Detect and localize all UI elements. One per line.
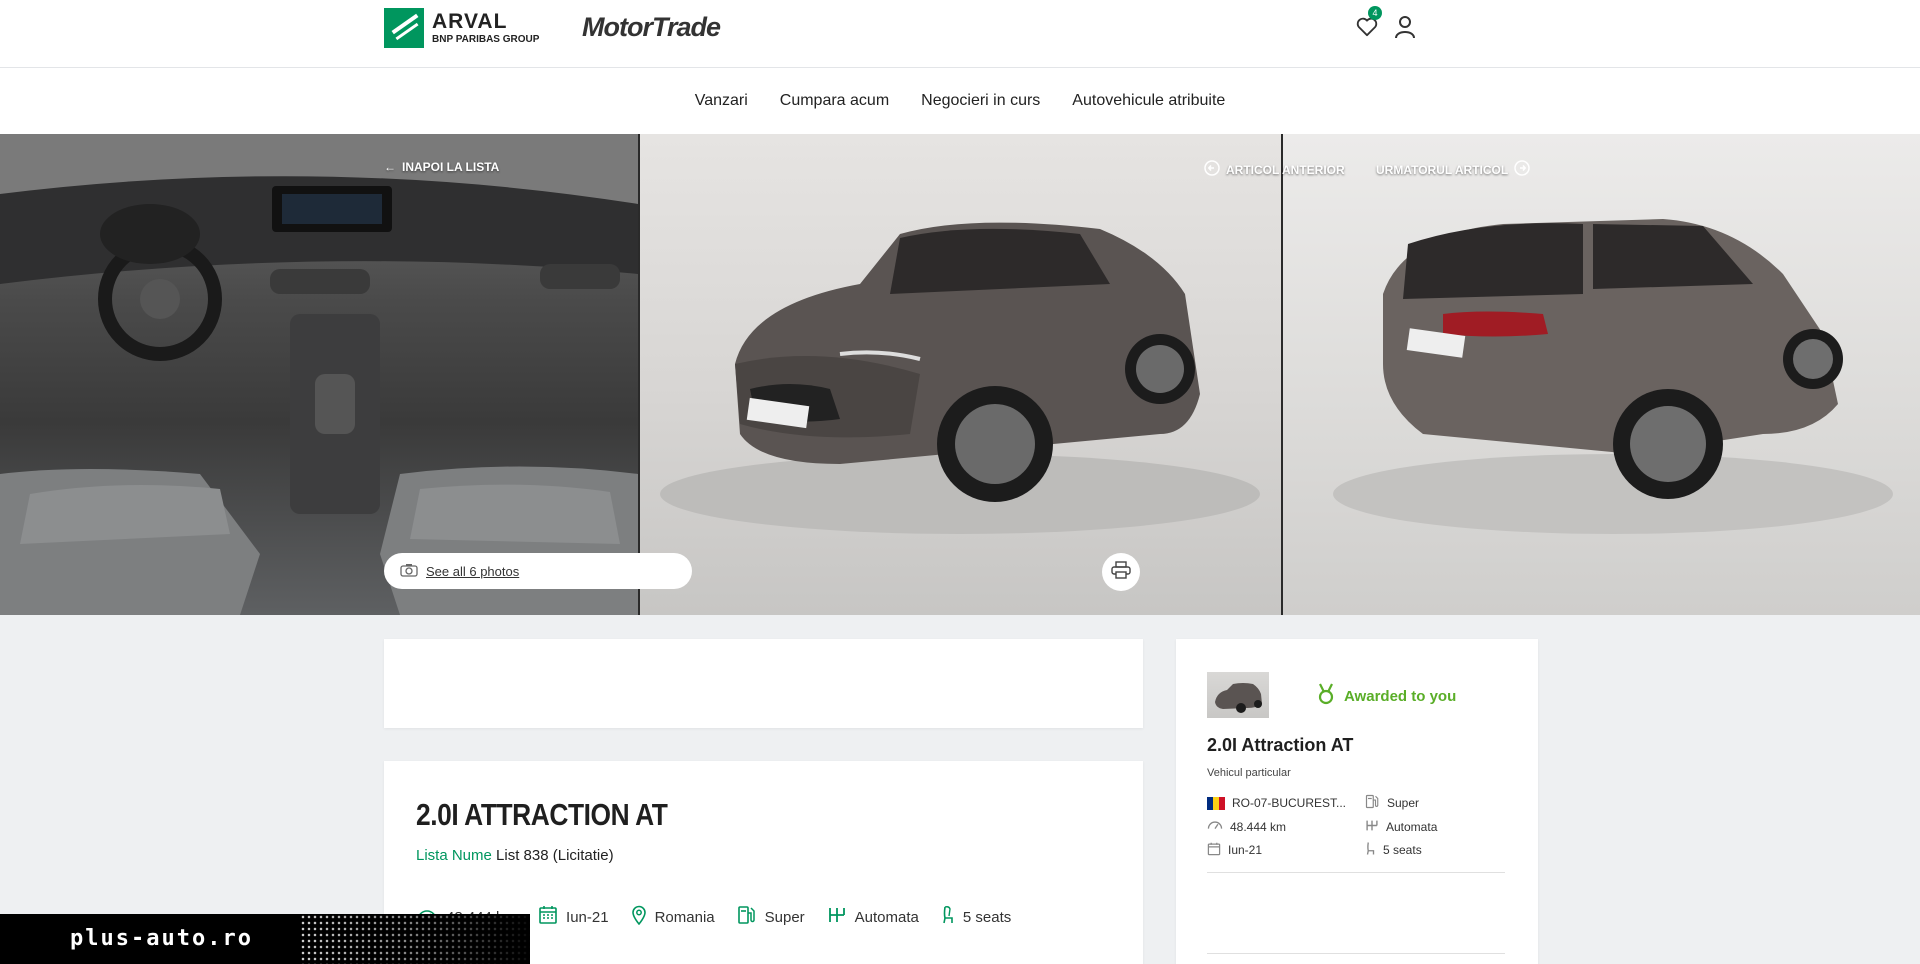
- list-name: Lista Nume List 838 (Licitatie): [416, 847, 614, 864]
- nav-item-negocieri-in-curs[interactable]: Negocieri in curs: [921, 92, 1040, 110]
- summary-location: RO-07-BUCUREST...: [1207, 794, 1365, 812]
- gallery-photo-interior[interactable]: [0, 134, 638, 615]
- favorites-count-badge: 4: [1368, 6, 1382, 20]
- nav-item-cumpara-acum[interactable]: Cumpara acum: [780, 92, 889, 110]
- summary-mileage: 48.444 km: [1207, 818, 1365, 835]
- summary-fuel-value: Super: [1387, 796, 1420, 810]
- summary-transmission-value: Automata: [1386, 819, 1438, 834]
- next-article-link[interactable]: URMATORUL ARTICOL: [1376, 160, 1530, 179]
- summary-transmission: Automata: [1365, 818, 1505, 835]
- arrow-left-icon: ←: [384, 160, 396, 174]
- main-nav: Vanzari Cumpara acum Negocieri in curs A…: [0, 68, 1920, 134]
- summary-divider: [1207, 872, 1505, 873]
- calendar-icon: [1207, 842, 1221, 859]
- summary-seats: 5 seats: [1365, 841, 1505, 859]
- medal-icon: [1316, 683, 1336, 709]
- arval-logo-text: ARVAL: [432, 10, 508, 33]
- gallery-photo-front[interactable]: [640, 134, 1281, 615]
- circle-arrow-right-icon: [1514, 160, 1530, 179]
- circle-arrow-left-icon: [1204, 160, 1220, 179]
- summary-divider: [1207, 953, 1505, 954]
- calendar-icon: [538, 905, 558, 929]
- site-header: ARVAL BNP PARIBAS GROUP MotorTrade 4: [0, 0, 1920, 68]
- summary-date: Iun-21: [1207, 841, 1365, 859]
- nav-item-vanzari[interactable]: Vanzari: [695, 92, 748, 110]
- auction-status-card: [384, 639, 1143, 728]
- awarded-status: Awarded to you: [1316, 683, 1456, 709]
- camera-icon: [400, 563, 418, 580]
- gearbox-icon: [827, 906, 847, 928]
- spec-transmission-value: Automata: [854, 908, 919, 926]
- list-name-key: Lista Nume: [416, 847, 492, 864]
- gallery-photo-rear[interactable]: [1283, 134, 1920, 615]
- vehicle-thumbnail[interactable]: [1207, 672, 1269, 718]
- list-name-value: List 838 (Licitatie): [496, 847, 614, 864]
- next-article-label: URMATORUL ARTICOL: [1376, 162, 1509, 177]
- arval-logo-subtext: BNP PARIBAS GROUP: [432, 34, 540, 45]
- arval-logo[interactable]: ARVAL BNP PARIBAS GROUP: [384, 8, 539, 48]
- user-account-icon[interactable]: [1392, 14, 1418, 40]
- summary-title: 2.0I Attraction AT: [1207, 735, 1354, 755]
- see-all-photos-button[interactable]: See all 6 photos: [384, 553, 692, 589]
- motortrade-logo[interactable]: MotorTrade: [582, 12, 721, 43]
- fuel-pump-icon: [1365, 794, 1380, 812]
- halftone-pattern: [300, 914, 530, 964]
- spec-fuel: Super: [737, 905, 805, 929]
- photo-gallery: ← INAPOI LA LISTA ARTICOL ANTERIOR URMAT…: [0, 134, 1920, 615]
- gearbox-icon: [1365, 819, 1379, 835]
- summary-date-value: Iun-21: [1228, 843, 1263, 857]
- speedometer-icon: [1207, 818, 1223, 835]
- summary-location-value: RO-07-BUCUREST...: [1232, 796, 1347, 810]
- watermark-text: plus-auto.ro: [70, 926, 253, 951]
- spec-seats-value: 5 seats: [962, 908, 1012, 926]
- previous-article-link[interactable]: ARTICOL ANTERIOR: [1204, 160, 1345, 179]
- seat-icon: [1365, 841, 1376, 859]
- summary-category: Vehicul particular: [1207, 767, 1291, 779]
- romania-flag-icon: [1207, 796, 1225, 810]
- summary-specs: RO-07-BUCUREST... Super 48.444 km Automa…: [1207, 794, 1507, 859]
- location-pin-icon: [631, 905, 647, 929]
- spec-seats: 5 seats: [941, 905, 1011, 929]
- spec-location-value: Romania: [654, 908, 715, 926]
- site-watermark: plus-auto.ro: [0, 914, 530, 964]
- summary-fuel: Super: [1365, 794, 1505, 812]
- print-button[interactable]: [1102, 553, 1140, 591]
- vehicle-summary-card: Awarded to you 2.0I Attraction AT Vehicu…: [1176, 639, 1538, 964]
- awarded-label: Awarded to you: [1344, 687, 1457, 705]
- spec-date: Iun-21: [538, 905, 609, 929]
- nav-item-autovehicule-atribuite[interactable]: Autovehicule atribuite: [1072, 92, 1225, 110]
- summary-mileage-value: 48.444 km: [1230, 819, 1287, 834]
- previous-article-label: ARTICOL ANTERIOR: [1226, 162, 1345, 177]
- fuel-pump-icon: [737, 905, 757, 929]
- spec-date-value: Iun-21: [566, 908, 609, 926]
- printer-icon: [1111, 560, 1131, 584]
- back-to-list-link[interactable]: ← INAPOI LA LISTA: [384, 160, 499, 174]
- spec-fuel-value: Super: [764, 908, 805, 926]
- vehicle-title: 2.0I ATTRACTION AT: [416, 797, 668, 832]
- back-to-list-label: INAPOI LA LISTA: [402, 160, 500, 174]
- summary-seats-value: 5 seats: [1383, 843, 1422, 857]
- spec-transmission: Automata: [827, 906, 919, 928]
- spec-location: Romania: [631, 905, 715, 929]
- seat-icon: [941, 905, 955, 929]
- arval-logo-mark: [384, 8, 424, 48]
- see-all-photos-label: See all 6 photos: [426, 563, 520, 579]
